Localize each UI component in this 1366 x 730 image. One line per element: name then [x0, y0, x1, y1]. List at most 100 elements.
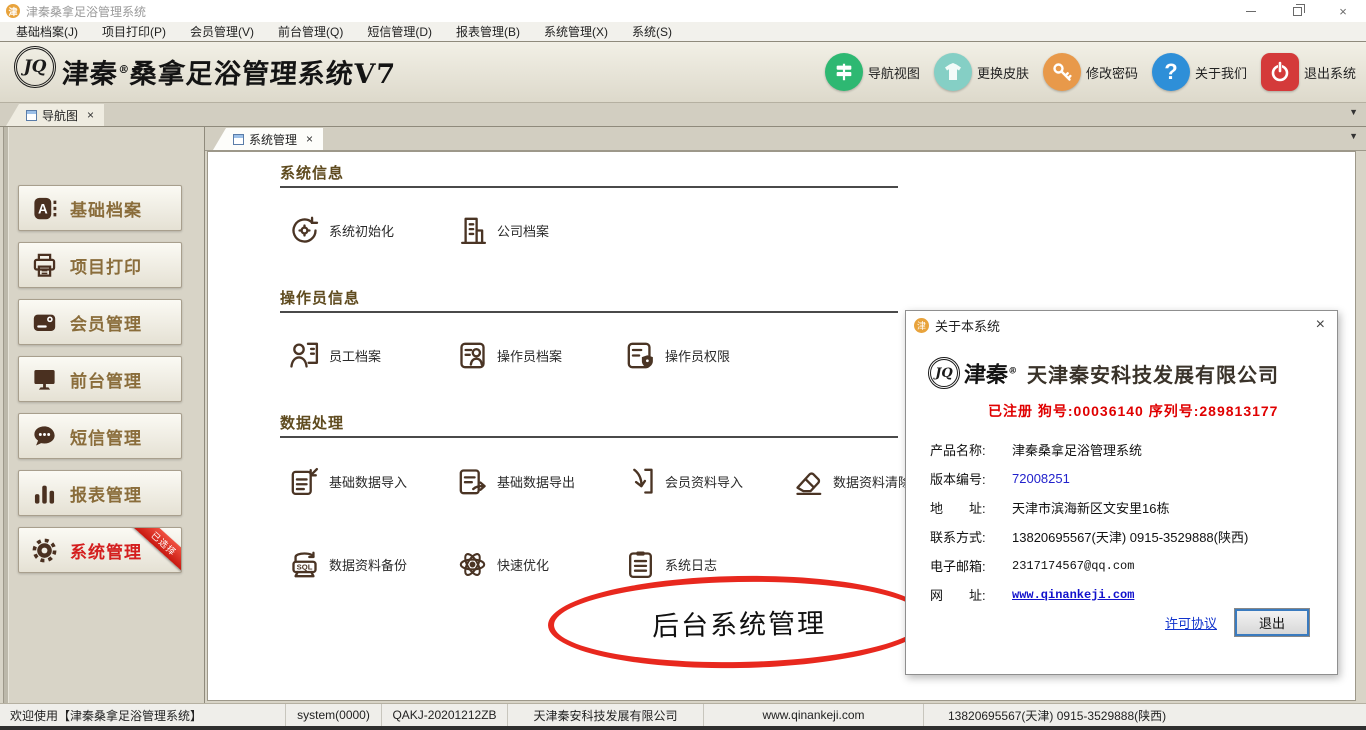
change-password-button[interactable]: 修改密码: [1043, 53, 1138, 91]
menu-sms-mgmt[interactable]: 短信管理(D): [355, 22, 444, 41]
taskbar-edge: [0, 726, 1366, 730]
exit-system-button[interactable]: 退出系统: [1261, 53, 1356, 91]
about-row-email: 电子邮箱:2317174567@qq.com: [930, 551, 1337, 580]
sidebar-item-front-desk[interactable]: 前台管理: [18, 356, 182, 402]
svg-text:SQL: SQL: [297, 563, 313, 572]
tab-close-icon[interactable]: ×: [87, 108, 94, 122]
tshirt-icon: [934, 53, 972, 91]
license-agreement-link[interactable]: 许可协议: [1165, 613, 1217, 632]
change-skin-button[interactable]: 更换皮肤: [934, 53, 1029, 91]
tab-navigation-map[interactable]: 导航图 ×: [6, 104, 104, 126]
app-window: 津 津秦桑拿足浴管理系统 × 基础档案(J) 项目打印(P) 会员管理(V) 前…: [0, 0, 1366, 730]
about-row-version: 版本编号:72008251: [930, 464, 1337, 493]
question-icon: ?: [1152, 53, 1190, 91]
about-actions: 许可协议 退出: [1165, 609, 1309, 636]
menu-project-print[interactable]: 项目打印(P): [90, 22, 178, 41]
app-header: JQ 津秦®桑拿足浴管理系统V7 导航视图 更换皮肤 修改密码: [0, 42, 1366, 103]
feature-base-data-export[interactable]: 基础数据导出: [456, 465, 624, 498]
about-dialog-icon: 津: [914, 318, 929, 333]
clipboard-icon: [624, 548, 657, 581]
sidebar-item-member-mgmt[interactable]: 会员管理: [18, 299, 182, 345]
about-row-contact: 联系方式:13820695567(天津) 0915-3529888(陕西): [930, 522, 1337, 551]
jq-monogram-icon: JQ: [14, 46, 56, 88]
atom-icon: [456, 548, 489, 581]
status-welcome: 欢迎使用【津秦桑拿足浴管理系统】: [0, 704, 286, 726]
about-dialog-titlebar: 津 关于本系统 ×: [906, 311, 1337, 339]
about-us-button[interactable]: ? 关于我们: [1152, 53, 1247, 91]
monitor-icon: [31, 366, 58, 393]
document-person-icon: [456, 339, 489, 372]
feature-system-init[interactable]: 系统初始化: [288, 214, 456, 247]
tab-close-icon[interactable]: ×: [306, 132, 313, 146]
document-icon: [26, 110, 37, 121]
feature-base-data-import[interactable]: 基础数据导入: [288, 465, 456, 498]
menu-bar: 基础档案(J) 项目打印(P) 会员管理(V) 前台管理(Q) 短信管理(D) …: [0, 22, 1366, 42]
feature-member-data-import[interactable]: 会员资料导入: [624, 465, 792, 498]
tab-list-dropdown-icon[interactable]: ▼: [1349, 131, 1358, 141]
nav-tab-strip: 导航图 × ▼: [0, 103, 1366, 127]
svg-text:A: A: [38, 201, 48, 216]
about-logo-text: 津秦®: [963, 357, 1018, 389]
document-icon: [233, 134, 244, 145]
nav-view-button[interactable]: 导航视图: [825, 53, 920, 91]
person-document-icon: [288, 339, 321, 372]
sidebar-item-system-mgmt[interactable]: 系统管理 已选择: [18, 527, 182, 573]
feature-data-backup[interactable]: SQL 数据资料备份: [288, 548, 456, 581]
about-brand: JQ 津秦® 天津秦安科技发展有限公司: [906, 357, 1337, 389]
close-button[interactable]: ×: [1320, 0, 1366, 22]
about-close-icon[interactable]: ×: [1316, 316, 1325, 334]
feature-data-clear[interactable]: 数据资料清除: [792, 465, 911, 498]
menu-system[interactable]: 系统(S): [620, 22, 684, 41]
website-link[interactable]: www.qinankeji.com: [1012, 588, 1134, 602]
status-bar: 欢迎使用【津秦桑拿足浴管理系统】 system(0000) QAKJ-20201…: [0, 703, 1366, 726]
sidebar-item-project-print[interactable]: 项目打印: [18, 242, 182, 288]
about-row-address: 地 址:天津市滨海新区文安里16栋: [930, 493, 1337, 522]
about-row-website: 网 址:www.qinankeji.com: [930, 580, 1337, 609]
annotation-text: 后台系统管理: [652, 601, 827, 643]
about-dialog: 津 关于本系统 × JQ 津秦® 天津秦安科技发展有限公司 已注册 狗号:000…: [905, 310, 1338, 675]
feature-company-archives[interactable]: 公司档案: [456, 214, 624, 247]
about-details: 产品名称:津秦桑拿足浴管理系统 版本编号:72008251 地 址:天津市滨海新…: [906, 435, 1337, 609]
about-exit-button[interactable]: 退出: [1235, 609, 1309, 636]
eraser-icon: [792, 465, 825, 498]
archive-a-icon: A: [31, 195, 58, 222]
about-dialog-title: 关于本系统: [935, 316, 1316, 335]
menu-basic-archives[interactable]: 基础档案(J): [4, 22, 90, 41]
building-icon: [456, 214, 489, 247]
feature-row: 系统初始化 公司档案: [208, 214, 1355, 247]
tab-system-mgmt[interactable]: 系统管理 ×: [213, 128, 323, 150]
status-phones: 13820695567(天津) 0915-3529888(陕西): [924, 704, 1366, 726]
scrollbar-track[interactable]: [1356, 151, 1366, 701]
menu-front-desk[interactable]: 前台管理(Q): [266, 22, 355, 41]
import-arrow-icon: [624, 465, 657, 498]
minimize-icon: [1246, 11, 1256, 12]
feature-operator-permissions[interactable]: 操作员权限: [624, 339, 792, 372]
section-title-system-info: 系统信息: [280, 162, 898, 188]
chat-bubble-icon: [31, 423, 58, 450]
tab-list-dropdown-icon[interactable]: ▼: [1349, 107, 1358, 117]
about-row-product: 产品名称:津秦桑拿足浴管理系统: [930, 435, 1337, 464]
status-company: 天津秦安科技发展有限公司: [508, 704, 704, 726]
menu-report-mgmt[interactable]: 报表管理(B): [444, 22, 532, 41]
bar-chart-icon: [31, 480, 58, 507]
feature-employee-archives[interactable]: 员工档案: [288, 339, 456, 372]
content-tab-strip: 系统管理 × ▼: [205, 127, 1366, 151]
feature-quick-optimize[interactable]: 快速优化: [456, 548, 624, 581]
document-import-icon: [288, 465, 321, 498]
signpost-icon: [825, 53, 863, 91]
sidebar-item-report-mgmt[interactable]: 报表管理: [18, 470, 182, 516]
sidebar-item-basic-archives[interactable]: A 基础档案: [18, 185, 182, 231]
menu-system-mgmt[interactable]: 系统管理(X): [532, 22, 620, 41]
restore-button[interactable]: [1274, 0, 1320, 22]
feature-operator-archives[interactable]: 操作员档案: [456, 339, 624, 372]
menu-member-mgmt[interactable]: 会员管理(V): [178, 22, 266, 41]
sidebar-splitter[interactable]: [3, 127, 9, 703]
gear-icon: [31, 537, 58, 564]
registration-status: 已注册 狗号:00036140 序列号:289813177: [906, 401, 1337, 421]
document-shield-icon: [624, 339, 657, 372]
status-user: system(0000): [286, 704, 382, 726]
minimize-button[interactable]: [1228, 0, 1274, 22]
status-website: www.qinankeji.com: [704, 704, 924, 726]
highlight-ellipse: 后台系统管理: [547, 573, 931, 672]
sidebar-item-sms-mgmt[interactable]: 短信管理: [18, 413, 182, 459]
